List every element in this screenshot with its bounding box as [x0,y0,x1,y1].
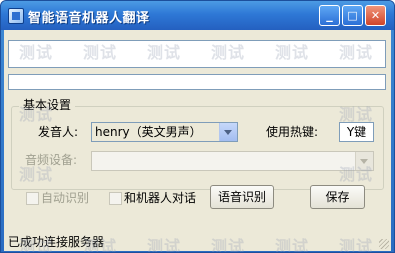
audio-device-label: 音频设备: [25,153,78,167]
close-button[interactable]: ✕ [365,5,386,26]
maximize-button[interactable]: □ [342,5,363,26]
basic-settings-label: 基本设置 [19,97,76,113]
resize-grip-icon[interactable] [379,239,389,249]
hotkey-field[interactable]: Y键 [339,122,374,142]
speaker-label: 发音人: [38,125,79,139]
client-area: 基本设置 发音人: henry（英文男声） 使用热键: Y键 音频设备: 自动识… [4,30,391,233]
translation-output-field[interactable] [8,40,386,68]
speaker-value: henry（英文男声） [92,123,221,141]
save-button[interactable]: 保存 [310,185,365,209]
app-window: 智能语音机器人翻译 _ □ ✕ 基本设置 发音人: henry（英文男声） 使用… [0,0,395,253]
status-bar: 已成功连接服务器 [4,233,391,251]
chevron-down-icon[interactable] [355,152,373,170]
speaker-select[interactable]: henry（英文男声） [91,122,238,142]
app-icon [8,8,24,24]
status-text: 已成功连接服务器 [8,235,105,249]
chevron-down-icon[interactable] [219,123,237,141]
audio-device-select[interactable] [91,151,374,171]
window-title: 智能语音机器人翻译 [28,11,150,26]
audio-device-value [92,152,357,170]
hotkey-label: 使用热键: [266,125,319,139]
robot-chat-checkbox[interactable] [109,192,122,205]
text-input-field[interactable] [8,74,386,90]
auto-recognize-checkbox[interactable] [26,192,39,205]
title-bar[interactable]: 智能语音机器人翻译 _ □ ✕ [1,1,394,30]
basic-settings-group [11,106,384,190]
minimize-button[interactable]: _ [319,5,340,26]
speech-recognition-button[interactable]: 语音识别 [210,185,274,209]
auto-recognize-label[interactable]: 自动识别 [41,190,89,206]
robot-chat-label[interactable]: 和机器人对话 [124,190,196,206]
